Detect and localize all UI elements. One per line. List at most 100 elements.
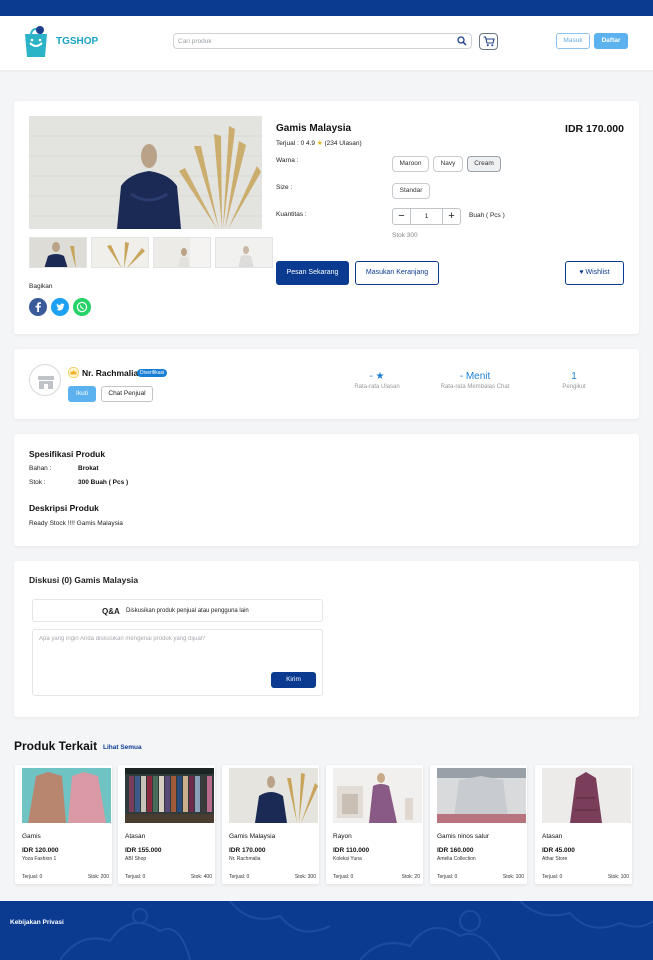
product-name[interactable]: Gamis Malaysia: [229, 833, 275, 840]
related-product-card[interactable]: Atasan IDR 45.000 Athar Store Terjual: 0…: [535, 765, 632, 884]
thumbnail[interactable]: [215, 237, 273, 268]
login-button[interactable]: Masuk: [556, 33, 590, 49]
brand-name[interactable]: TGSHOP: [56, 36, 98, 47]
stat-followers-label: Pengikut: [562, 384, 586, 390]
plus-icon[interactable]: +: [442, 209, 460, 224]
product-price: IDR 170.000: [565, 123, 624, 135]
product-sold: Terjual: 0: [333, 874, 354, 880]
color-option-navy[interactable]: Navy: [433, 156, 463, 172]
related-product-card[interactable]: Atasan IDR 155.000 ABI Shop Terjual: 0 S…: [118, 765, 215, 884]
product-price: IDR 160.000: [437, 847, 474, 854]
review-count: (234 Ulasan): [324, 140, 362, 147]
related-title: Produk Terkait: [14, 739, 98, 753]
specs-title: Spesifikasi Produk: [29, 449, 106, 459]
product-thumbnail[interactable]: [22, 768, 111, 823]
color-label: Warna :: [276, 157, 299, 164]
product-sold: Terjual: 0: [437, 874, 458, 880]
top-bar: [0, 0, 653, 16]
stock-text: Stok 300: [392, 232, 418, 239]
stat-reply-value: - Menit: [459, 371, 491, 382]
product-price: IDR 45.000: [542, 847, 575, 854]
verified-badge: Diverifikasi: [137, 369, 168, 377]
product-shop: Nr. Rachmalia: [229, 856, 261, 862]
product-stock: Stok: 300: [294, 874, 316, 880]
quantity-stepper[interactable]: − 1 +: [392, 208, 461, 225]
product-stock: Stok: 400: [190, 874, 212, 880]
product-name[interactable]: Atasan: [125, 833, 145, 840]
footer-cloud-pattern: [59, 901, 653, 960]
thumbnail[interactable]: [91, 237, 149, 268]
product-name[interactable]: Atasan: [542, 833, 562, 840]
product-stock: Stok: 20: [401, 874, 420, 880]
stat-reply-label: Rata-rata Membalas Chat: [440, 384, 510, 390]
cart-button[interactable]: [479, 33, 498, 50]
wishlist-button[interactable]: ♥ Wishlist: [565, 261, 624, 285]
specs-card: Spesifikasi Produk Bahan : Brokat Stok :…: [14, 434, 639, 546]
product-shop: Athar Store: [542, 856, 568, 862]
quantity-label: Kuantitas :: [276, 211, 307, 218]
product-name[interactable]: Rayon: [333, 833, 352, 840]
product-sold: Terjual: 0: [22, 874, 43, 880]
product-name[interactable]: Gamis ninos salur: [437, 833, 489, 840]
product-price: IDR 170.000: [229, 847, 266, 854]
product-main-image[interactable]: [29, 116, 262, 229]
twitter-share-button[interactable]: [51, 298, 69, 316]
whatsapp-share-button[interactable]: [73, 298, 91, 316]
size-option-standar[interactable]: Standar: [392, 183, 430, 199]
qa-label: Q&A: [102, 607, 120, 616]
product-sold: Terjual: 0: [542, 874, 563, 880]
product-thumbnail[interactable]: [229, 768, 318, 823]
product-price: IDR 155.000: [125, 847, 162, 854]
search-input[interactable]: [178, 35, 448, 47]
store-icon: [38, 376, 54, 389]
seller-avatar[interactable]: [29, 364, 61, 396]
stat-rating-label: Rata-rata Ulasan: [354, 384, 400, 390]
seller-name[interactable]: Nr. Rachmalia: [82, 368, 138, 378]
product-thumbnail[interactable]: [542, 768, 631, 823]
stat-reply-time: - Menit Rata-rata Membalas Chat: [432, 371, 518, 390]
cart-icon: [483, 36, 495, 47]
related-product-card[interactable]: Gamis IDR 120.000 Yoza Fashion 1 Terjual…: [15, 765, 112, 884]
search-icon[interactable]: [457, 36, 467, 46]
thumbnail[interactable]: [153, 237, 211, 268]
related-product-card[interactable]: Rayon IDR 110.000 Koleksi Yuna Terjual: …: [326, 765, 423, 884]
order-now-button[interactable]: Pesan Sekarang: [276, 261, 349, 285]
qa-tab[interactable]: Q&A Diskusikan produk penjual atau pengg…: [32, 599, 323, 622]
facebook-share-button[interactable]: [29, 298, 47, 316]
color-option-cream[interactable]: Cream: [467, 156, 501, 172]
wishlist-label: Wishlist: [585, 269, 610, 276]
see-all-link[interactable]: Lihat Semua: [103, 744, 142, 751]
register-button[interactable]: Daftar: [594, 33, 628, 49]
facebook-icon: [35, 302, 41, 312]
privacy-policy-link[interactable]: Kebijakan Privasi: [10, 919, 64, 926]
discussion-textarea[interactable]: [39, 636, 317, 666]
product-card: Bagikan Gamis Malaysia IDR 170.000 Terju…: [14, 101, 639, 334]
product-stock: Stok: 100: [502, 874, 524, 880]
chat-seller-button[interactable]: Chat Penjual: [101, 386, 153, 402]
product-thumbnail[interactable]: [125, 768, 214, 823]
whatsapp-icon: [76, 301, 88, 313]
sold-rating-text: Terjual : 0 4.9: [276, 140, 316, 147]
product-price: IDR 110.000: [333, 847, 370, 854]
stat-followers-value: 1: [571, 371, 577, 382]
product-name[interactable]: Gamis: [22, 833, 41, 840]
description-text: Ready Stock !!!! Gamis Malaysia: [29, 520, 123, 527]
product-shop: Yoza Fashion 1: [22, 856, 57, 862]
related-product-card[interactable]: Gamis Malaysia IDR 170.000 Nr. Rachmalia…: [222, 765, 319, 884]
product-shop: Amelia Collection: [437, 856, 476, 862]
product-price: IDR 120.000: [22, 847, 59, 854]
shop-bag-logo-icon[interactable]: [22, 24, 50, 58]
related-product-card[interactable]: Gamis ninos salur IDR 160.000 Amelia Col…: [430, 765, 527, 884]
color-option-maroon[interactable]: Maroon: [392, 156, 429, 172]
minus-icon[interactable]: −: [393, 209, 411, 224]
thumbnail[interactable]: [29, 237, 87, 268]
product-thumbnail[interactable]: [333, 768, 422, 823]
product-thumbnail[interactable]: [437, 768, 526, 823]
product-sold: Terjual: 0: [125, 874, 146, 880]
search-bar[interactable]: [173, 33, 472, 49]
product-stock: Stok: 100: [607, 874, 629, 880]
send-button[interactable]: Kirim: [271, 672, 316, 688]
follow-button[interactable]: Ikuti: [68, 386, 96, 402]
quantity-value[interactable]: 1: [411, 209, 442, 224]
add-to-cart-button[interactable]: Masukan Keranjang: [355, 261, 439, 285]
